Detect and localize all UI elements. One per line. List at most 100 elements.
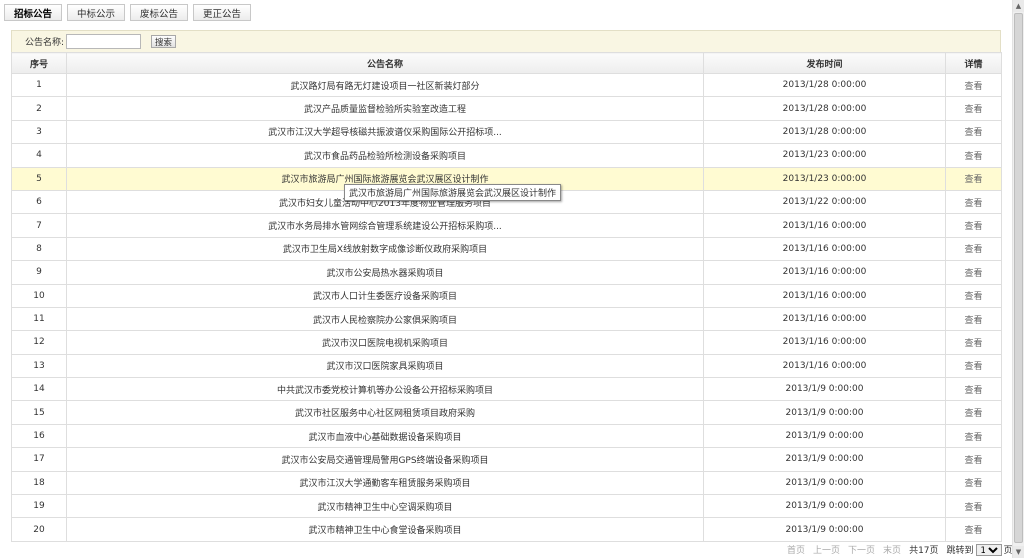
table-row: 11 武汉市人民检察院办公家俱采购项目 2013/1/16 0:00:00 查看 <box>11 306 1002 332</box>
row-name[interactable]: 武汉市人民检察院办公家俱采购项目 <box>66 306 704 332</box>
view-link[interactable]: 查看 <box>945 353 1002 379</box>
row-time: 2013/1/28 0:00:00 <box>703 72 946 98</box>
row-seq: 7 <box>11 213 67 238</box>
row-name[interactable]: 武汉市食品药品检验所检测设备采购项目 <box>66 143 704 168</box>
row-seq: 11 <box>11 306 67 332</box>
view-link[interactable]: 查看 <box>945 260 1002 285</box>
table-header-row: 序号 公告名称 发布时间 详情 <box>11 52 1002 74</box>
header-detail: 详情 <box>945 52 1002 74</box>
view-link[interactable]: 查看 <box>945 423 1002 449</box>
row-name[interactable]: 武汉市卫生局X线放射数字成像诊断仪政府采购项目 <box>66 236 704 262</box>
row-name[interactable]: 武汉市人口计生委医疗设备采购项目 <box>66 283 704 308</box>
row-name[interactable]: 武汉市汉口医院家具采购项目 <box>66 353 704 379</box>
last-page-link[interactable]: 末页 <box>883 543 901 556</box>
table-row: 10 武汉市人口计生委医疗设备采购项目 2013/1/16 0:00:00 查看 <box>11 283 1002 308</box>
first-page-link[interactable]: 首页 <box>787 543 805 556</box>
row-seq: 8 <box>11 236 67 262</box>
page-select[interactable]: 1 <box>975 543 1002 556</box>
row-name[interactable]: 武汉市汉口医院电视机采购项目 <box>66 330 704 355</box>
row-seq: 9 <box>11 260 67 285</box>
view-link[interactable]: 查看 <box>945 96 1002 121</box>
row-time: 2013/1/16 0:00:00 <box>703 330 946 355</box>
scroll-down-icon[interactable]: ▼ <box>1013 546 1024 558</box>
row-time: 2013/1/16 0:00:00 <box>703 260 946 285</box>
row-seq: 19 <box>11 494 67 519</box>
row-seq: 12 <box>11 330 67 355</box>
page-jump: 跳转到 1 页 <box>947 543 1013 556</box>
row-time: 2013/1/16 0:00:00 <box>703 213 946 238</box>
row-name[interactable]: 武汉市精神卫生中心空调采购项目 <box>66 494 704 519</box>
row-time: 2013/1/16 0:00:00 <box>703 283 946 308</box>
row-seq: 18 <box>11 470 67 496</box>
row-name[interactable]: 武汉市江汉大学通勤客车租赁服务采购项目 <box>66 470 704 496</box>
row-time: 2013/1/28 0:00:00 <box>703 119 946 145</box>
search-bar: 公告名称: 搜索 <box>11 30 1001 52</box>
scroll-up-icon[interactable]: ▲ <box>1013 0 1024 12</box>
table-row: 3 武汉市江汉大学超导核磁共振波谱仪采购国际公开招标项... 2013/1/28 0… <box>11 119 1002 145</box>
table-row: 4 武汉市食品药品检验所检测设备采购项目 2013/1/23 0:00:00 查看 <box>11 143 1002 168</box>
view-link[interactable]: 查看 <box>945 400 1002 425</box>
notice-table: 序号 公告名称 发布时间 详情 1 武汉路灯局有路无灯建设项目一社区新装灯部分 20… <box>11 52 1002 542</box>
row-seq: 2 <box>11 96 67 121</box>
table-row: 12 武汉市汉口医院电视机采购项目 2013/1/16 0:00:00 查看 <box>11 330 1002 355</box>
row-name[interactable]: 武汉市公安局热水器采购项目 <box>66 260 704 285</box>
row-seq: 15 <box>11 400 67 425</box>
view-link[interactable]: 查看 <box>945 470 1002 496</box>
view-link[interactable]: 查看 <box>945 330 1002 355</box>
table-row: 2 武汉产品质量监督检验所实验室改造工程 2013/1/28 0:00:00 查看 <box>11 96 1002 121</box>
row-seq: 6 <box>11 189 67 215</box>
row-time: 2013/1/9 0:00:00 <box>703 400 946 425</box>
view-link[interactable]: 查看 <box>945 213 1002 238</box>
tab-correction-notice[interactable]: 更正公告 <box>193 4 251 21</box>
row-name[interactable]: 武汉市精神卫生中心食堂设备采购项目 <box>66 517 704 542</box>
view-link[interactable]: 查看 <box>945 517 1002 542</box>
row-time: 2013/1/16 0:00:00 <box>703 306 946 332</box>
view-link[interactable]: 查看 <box>945 494 1002 519</box>
row-seq: 16 <box>11 423 67 449</box>
header-time: 发布时间 <box>703 52 946 74</box>
view-link[interactable]: 查看 <box>945 447 1002 472</box>
row-time: 2013/1/22 0:00:00 <box>703 189 946 215</box>
row-name[interactable]: 武汉市水务局排水管网综合管理系统建设公开招标采购项... <box>66 213 704 238</box>
tab-award-notice[interactable]: 中标公示 <box>67 4 125 21</box>
total-pages: 共17页 <box>909 546 939 556</box>
row-time: 2013/1/9 0:00:00 <box>703 470 946 496</box>
view-link[interactable]: 查看 <box>945 72 1002 98</box>
pagination: 首页 上一页 下一页 末页 共17页 跳转到 1 页 <box>787 543 1013 556</box>
search-button[interactable]: 搜索 <box>151 35 177 48</box>
view-link[interactable]: 查看 <box>945 377 1002 402</box>
view-link[interactable]: 查看 <box>945 166 1002 191</box>
view-link[interactable]: 查看 <box>945 189 1002 215</box>
view-link[interactable]: 查看 <box>945 283 1002 308</box>
row-name[interactable]: 武汉市血液中心基础数据设备采购项目 <box>66 423 704 449</box>
tab-bid-notice[interactable]: 招标公告 <box>4 4 62 21</box>
view-link[interactable]: 查看 <box>945 236 1002 262</box>
row-name[interactable]: 武汉产品质量监督检验所实验室改造工程 <box>66 96 704 121</box>
row-time: 2013/1/9 0:00:00 <box>703 377 946 402</box>
next-page-link[interactable]: 下一页 <box>848 543 875 556</box>
row-time: 2013/1/16 0:00:00 <box>703 236 946 262</box>
row-seq: 17 <box>11 447 67 472</box>
row-seq: 4 <box>11 143 67 168</box>
row-name[interactable]: 武汉市社区服务中心社区网租赁项目政府采购 <box>66 400 704 425</box>
notice-panel: 公告名称: 搜索 序号 公告名称 发布时间 详情 1 武汉路灯局有路无灯建设项目一… <box>11 30 1002 556</box>
scroll-thumb[interactable] <box>1014 13 1023 543</box>
row-seq: 3 <box>11 119 67 145</box>
table-row: 8 武汉市卫生局X线放射数字成像诊断仪政府采购项目 2013/1/16 0:00:0… <box>11 236 1002 262</box>
notice-tabs: 招标公告 中标公示 废标公告 更正公告 <box>4 4 251 22</box>
table-row: 17 武汉市公安局交通管理局警用GPS终端设备采购项目 2013/1/9 0:00:… <box>11 447 1002 472</box>
search-input[interactable] <box>66 34 142 49</box>
view-link[interactable]: 查看 <box>945 143 1002 168</box>
table-row: 7 武汉市水务局排水管网综合管理系统建设公开招标采购项... 2013/1/16 0… <box>11 213 1002 238</box>
row-name[interactable]: 武汉市江汉大学超导核磁共振波谱仪采购国际公开招标项... <box>66 119 704 145</box>
view-link[interactable]: 查看 <box>945 119 1002 145</box>
prev-page-link[interactable]: 上一页 <box>813 543 840 556</box>
header-seq: 序号 <box>11 52 67 74</box>
view-link[interactable]: 查看 <box>945 306 1002 332</box>
vertical-scrollbar[interactable]: ▲ ▼ <box>1012 0 1024 558</box>
row-name[interactable]: 武汉路灯局有路无灯建设项目一社区新装灯部分 <box>66 72 704 98</box>
tab-cancel-notice[interactable]: 废标公告 <box>130 4 188 21</box>
table-row: 18 武汉市江汉大学通勤客车租赁服务采购项目 2013/1/9 0:00:00 查看 <box>11 470 1002 496</box>
row-name[interactable]: 中共武汉市委党校计算机等办公设备公开招标采购项目 <box>66 377 704 402</box>
row-name[interactable]: 武汉市公安局交通管理局警用GPS终端设备采购项目 <box>66 447 704 472</box>
